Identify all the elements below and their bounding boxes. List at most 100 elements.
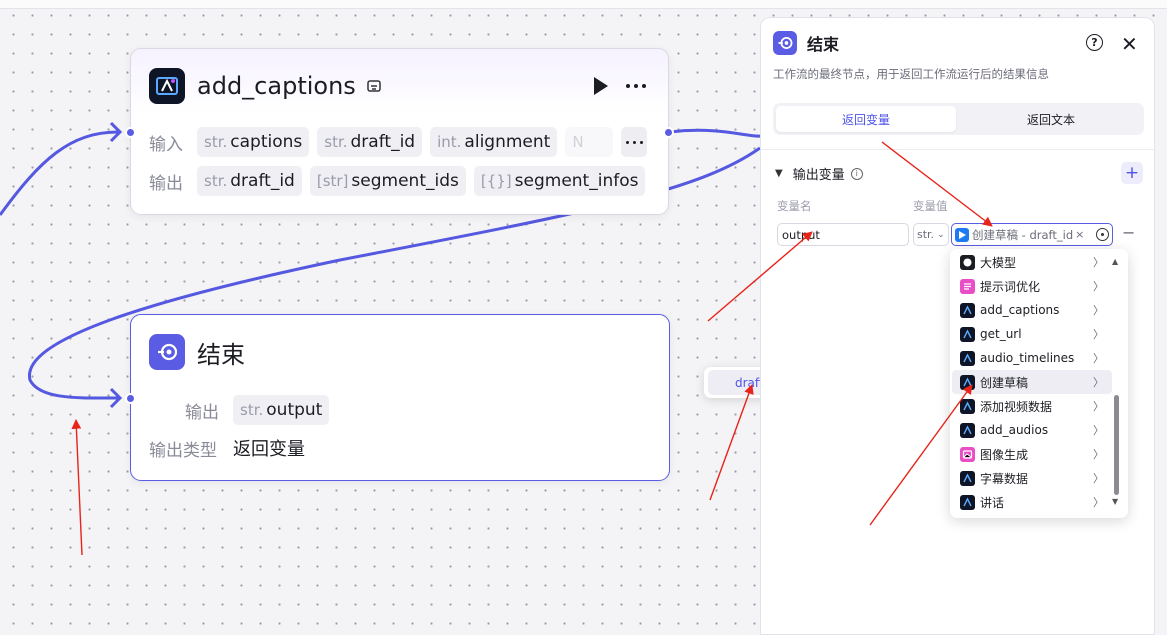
chevron-down-icon[interactable]: ▼ [775,168,783,179]
variable-name-input[interactable]: output [777,223,909,246]
plugin-icon [960,302,975,318]
plugin-icon [149,68,185,104]
chevron-right-icon: 〉 [1093,280,1104,293]
inputs-more-button[interactable] [621,127,648,157]
llm-icon [960,254,975,270]
end-icon [149,334,185,370]
plugin-icon [960,494,975,510]
end-node[interactable]: 结束 输出 str. output 输出类型 返回变量 [130,314,670,481]
node-title: add_captions [197,72,356,100]
mode-tabs: 返回变量 返回文本 [773,103,1144,135]
scroll-down-icon[interactable]: ▼ [1112,497,1118,506]
section-title: 输出变量 [792,168,845,183]
input-label: 输入 [149,134,183,155]
store-icon [367,80,381,92]
end-icon [773,31,797,55]
output-type-row: 输出类型 返回变量 [149,435,305,461]
dropdown-item-label: 字幕数据 [980,471,1029,486]
clear-reference-icon[interactable]: × [1075,228,1084,241]
output-chip: [{}] segment_infos [473,166,646,196]
plugin-icon [960,326,975,342]
dropdown-scrollbar[interactable]: ▲ ▼ [1112,257,1120,509]
chevron-right-icon: 〉 [1093,328,1104,341]
input-chip: int. alignment [430,127,558,157]
target-icon[interactable] [1096,228,1109,241]
draft-source-icon [955,227,969,242]
help-icon[interactable]: ? [1086,34,1103,51]
dropdown-item[interactable]: add_captions 〉 [952,298,1112,322]
ellipsis-icon [625,140,643,144]
output-port[interactable] [663,127,674,138]
chevron-right-icon: 〉 [1093,400,1104,413]
output-type-label: 输出类型 [149,440,217,461]
output-label: 输出 [149,173,183,194]
dropdown-item[interactable]: 图像生成 〉 [952,442,1112,466]
divider [761,149,1156,150]
plugin-icon [960,350,975,366]
chevron-right-icon: 〉 [1093,376,1104,389]
chevron-right-icon: 〉 [1093,424,1104,437]
dropdown-item-label: 创建草稿 [980,375,1029,390]
plugin-icon [960,470,975,486]
tab-return-variable[interactable]: 返回变量 [776,106,956,132]
chevron-right-icon: 〉 [1093,352,1104,365]
scroll-up-icon[interactable]: ▲ [1112,257,1118,266]
dropdown-item[interactable]: 字幕数据 〉 [952,466,1112,490]
dropdown-item-label: 提示词优化 [980,279,1041,294]
close-icon[interactable]: ✕ [1121,32,1138,56]
chevron-right-icon: 〉 [1093,472,1104,485]
output-chip: [str] segment_ids [309,166,466,196]
node-reference-dropdown: ▲ ▼ 大模型〉提示词优化〉 add_captions 〉 get_url 〉 audio… [950,249,1128,518]
output-chip: str. draft_id [197,166,302,196]
chevron-right-icon: 〉 [1093,256,1104,269]
chevron-down-icon: ⌄ [937,229,945,240]
input-port[interactable] [125,127,136,138]
dropdown-item-label: 图像生成 [980,447,1029,462]
dropdown-item[interactable]: 大模型 〉 [952,250,1112,274]
input-port[interactable] [125,393,136,404]
prompt-icon [960,278,975,294]
end-output-row: 输出 str. output [185,395,337,425]
dropdown-item-label: audio_timelines [980,351,1075,365]
image-icon [960,446,975,462]
dropdown-item[interactable]: 创建草稿 〉 [952,370,1112,394]
remove-variable-button[interactable]: − [1122,223,1135,242]
chevron-right-icon: 〉 [1093,448,1104,461]
plugin-icon [960,422,975,438]
tab-return-text[interactable]: 返回文本 [961,106,1141,132]
dropdown-item[interactable]: 添加视频数据 〉 [952,394,1112,418]
add-captions-node[interactable]: add_captions 输入 str. captions str. draft_i… [130,48,669,215]
column-variable-name: 变量名 [777,199,812,213]
output-variables-header[interactable]: ▼ 输出变量 i [775,164,863,183]
scroll-thumb[interactable] [1114,395,1119,495]
add-variable-button[interactable]: + [1121,162,1143,184]
dropdown-item[interactable]: 提示词优化 〉 [952,274,1112,298]
info-icon[interactable]: i [850,167,863,180]
dropdown-item-label: 大模型 [980,255,1017,270]
node-more-button[interactable] [626,84,646,88]
plugin-icon [960,374,975,390]
node-title: 结束 [197,340,245,369]
dropdown-item[interactable]: get_url 〉 [952,322,1112,346]
canvas-top-bar [0,0,1167,9]
dropdown-item-label: 讲话 [980,495,1005,510]
output-chip: str. output [233,395,330,425]
input-chip: str. captions [197,127,310,157]
dropdown-item[interactable]: add_audios 〉 [952,418,1112,442]
dropdown-item-label: 添加视频数据 [980,399,1053,414]
variable-type-select[interactable]: str. ⌄ [913,223,949,246]
run-node-button[interactable] [594,77,608,95]
inputs-row: 输入 str. captions str. draft_id int. alignme… [149,127,655,157]
dropdown-item-label: add_audios [980,423,1049,437]
output-label: 输出 [185,402,219,423]
outputs-row: 输出 str. draft_id [str] segment_ids [{}] seg… [149,166,653,196]
dropdown-item-label: get_url [980,327,1022,341]
dropdown-item[interactable]: audio_timelines 〉 [952,346,1112,370]
dropdown-item-label: add_captions [980,303,1060,317]
panel-description: 工作流的最终节点，用于返回工作流运行后的结果信息 [773,67,1049,81]
variable-value-reference[interactable]: 创建草稿 - draft_id × [951,223,1113,246]
plugin-icon [960,398,975,414]
input-chip: N [565,127,614,157]
dropdown-item[interactable]: 讲话 〉 [952,490,1112,514]
chevron-right-icon: 〉 [1093,304,1104,317]
